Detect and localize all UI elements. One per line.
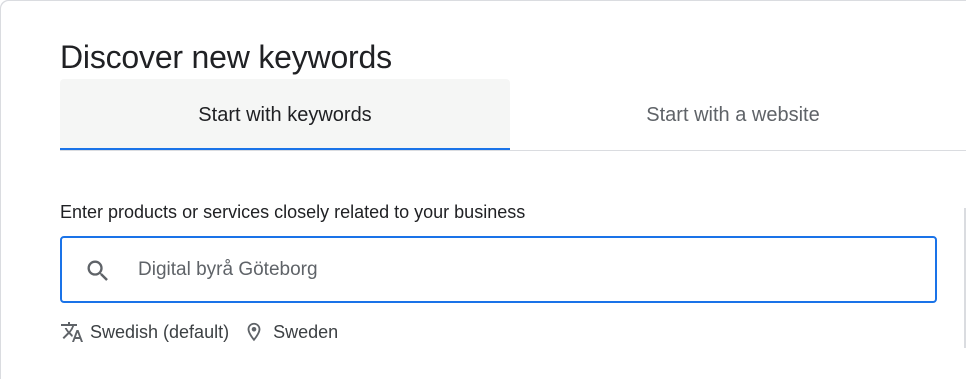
tab-bar-divider — [60, 150, 966, 151]
keywords-field-label: Enter products or services closely relat… — [60, 202, 526, 222]
translate-icon — [60, 320, 84, 344]
page-title: Discover new keywords — [60, 39, 392, 75]
tab-start-with-website[interactable]: Start with a website — [510, 79, 956, 151]
keywords-search-input[interactable] — [138, 238, 919, 301]
location-pin-icon — [243, 321, 265, 343]
language-selector[interactable]: Swedish (default) — [60, 320, 229, 344]
search-icon — [84, 257, 112, 285]
targeting-row: Swedish (default) Sweden — [60, 319, 338, 345]
keyword-planner-panel: Discover new keywords Start with keyword… — [0, 0, 966, 379]
tab-label: Start with keywords — [198, 103, 372, 126]
location-label: Sweden — [273, 321, 339, 342]
tab-label: Start with a website — [646, 103, 820, 126]
tab-start-with-keywords[interactable]: Start with keywords — [60, 79, 510, 151]
keywords-search-box[interactable] — [60, 236, 937, 303]
language-label: Swedish (default) — [90, 321, 230, 342]
location-selector[interactable]: Sweden — [229, 321, 338, 343]
tab-bar: Start with keywords Start with a website — [60, 79, 966, 151]
